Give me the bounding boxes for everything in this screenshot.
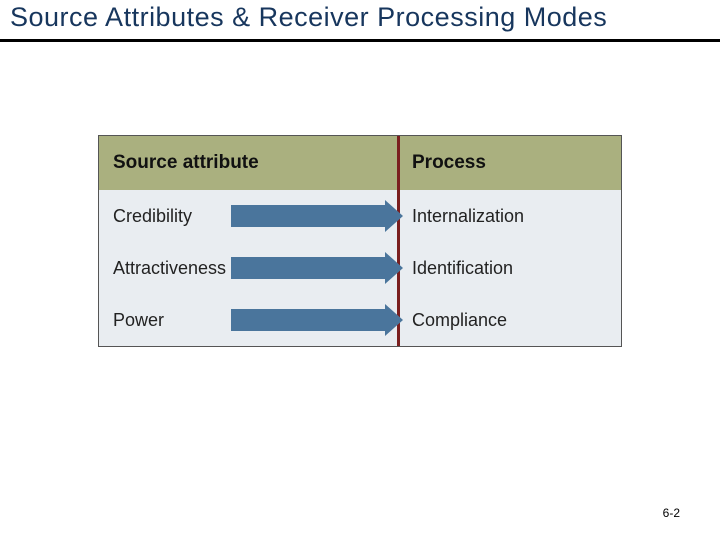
arrow-head bbox=[385, 200, 403, 232]
table-row: Credibility Internalization bbox=[99, 190, 621, 242]
page-number: 6-2 bbox=[663, 506, 680, 520]
cell-source-attribute: Power bbox=[99, 294, 397, 346]
table-row: Attractiveness Identification bbox=[99, 242, 621, 294]
cell-source-attribute: Credibility bbox=[99, 190, 397, 242]
table-row: Power Compliance bbox=[99, 294, 621, 346]
cell-label: Attractiveness bbox=[113, 258, 226, 279]
arrow-shaft bbox=[231, 257, 385, 279]
arrow-shaft bbox=[231, 205, 385, 227]
cell-process: Identification bbox=[400, 242, 621, 294]
arrow-icon bbox=[231, 205, 403, 227]
title-band: Source Attributes & Receiver Processing … bbox=[0, 0, 720, 42]
arrow-head bbox=[385, 252, 403, 284]
table-header-row: Source attribute Process bbox=[99, 136, 621, 190]
attributes-process-table: Source attribute Process Credibility Int… bbox=[98, 135, 622, 347]
cell-process: Compliance bbox=[400, 294, 621, 346]
cell-process: Internalization bbox=[400, 190, 621, 242]
arrow-head bbox=[385, 304, 403, 336]
arrow-icon bbox=[231, 309, 403, 331]
cell-label: Power bbox=[113, 310, 164, 331]
arrow-shaft bbox=[231, 309, 385, 331]
header-source-attribute: Source attribute bbox=[99, 136, 397, 190]
header-process: Process bbox=[400, 136, 621, 190]
cell-label: Credibility bbox=[113, 206, 192, 227]
slide: Source Attributes & Receiver Processing … bbox=[0, 0, 720, 540]
cell-source-attribute: Attractiveness bbox=[99, 242, 397, 294]
slide-title: Source Attributes & Receiver Processing … bbox=[0, 0, 720, 39]
arrow-icon bbox=[231, 257, 403, 279]
